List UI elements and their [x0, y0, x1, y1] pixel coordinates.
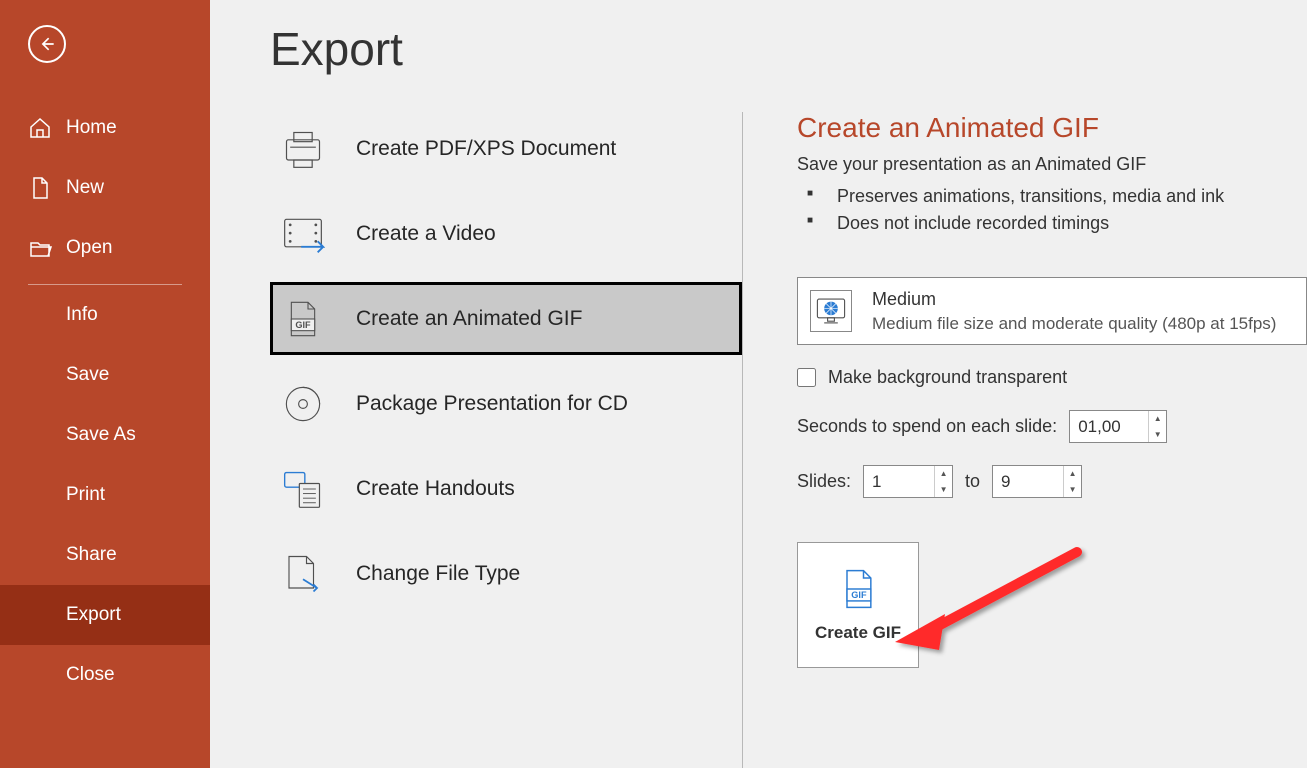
spinner-down-icon[interactable]: ▼ — [935, 482, 952, 498]
sidebar-item-label: Save — [66, 364, 109, 386]
sidebar-item-label: Open — [66, 237, 112, 259]
spinner-up-icon[interactable]: ▲ — [1064, 466, 1081, 482]
spinner-down-icon[interactable]: ▼ — [1064, 482, 1081, 498]
transparent-label: Make background transparent — [828, 367, 1067, 388]
detail-bullets: Preserves animations, transitions, media… — [803, 183, 1307, 237]
sidebar-item-share[interactable]: Share — [0, 525, 210, 585]
sidebar-item-label: Info — [66, 304, 98, 326]
seconds-row: Seconds to spend on each slide: 01,00 ▲ … — [797, 410, 1307, 443]
sidebar-item-info[interactable]: Info — [0, 285, 210, 345]
export-option-pdf[interactable]: Create PDF/XPS Document — [270, 112, 742, 185]
create-gif-label: Create GIF — [815, 623, 901, 643]
sidebar-item-home[interactable]: Home — [0, 98, 210, 158]
sidebar-item-label: Share — [66, 544, 117, 566]
export-option-gif[interactable]: GIF Create an Animated GIF — [270, 282, 742, 355]
spinner-down-icon[interactable]: ▼ — [1149, 427, 1166, 443]
sidebar-item-label: New — [66, 177, 104, 199]
slides-from-spinner[interactable]: 1 ▲ ▼ — [863, 465, 953, 498]
pdf-icon — [280, 126, 326, 172]
backstage-sidebar: Home New Open Info Save Save As Print Sh… — [0, 0, 210, 768]
bullet-item: Does not include recorded timings — [803, 210, 1307, 237]
sidebar-item-label: Close — [66, 664, 115, 686]
export-option-video[interactable]: Create a Video — [270, 197, 742, 270]
bullet-item: Preserves animations, transitions, media… — [803, 183, 1307, 210]
quality-texts: Medium Medium file size and moderate qua… — [872, 289, 1276, 334]
sidebar-item-save-as[interactable]: Save As — [0, 405, 210, 465]
sidebar-item-new[interactable]: New — [0, 158, 210, 218]
handouts-icon — [280, 466, 326, 512]
new-file-icon — [28, 176, 52, 200]
sidebar-item-label: Export — [66, 604, 121, 626]
gif-icon: GIF — [280, 296, 326, 342]
sidebar-item-export[interactable]: Export — [0, 585, 210, 645]
sidebar-item-label: Home — [66, 117, 117, 139]
export-option-label: Create an Animated GIF — [356, 307, 582, 331]
transparent-checkbox[interactable] — [797, 368, 816, 387]
export-option-cd[interactable]: Package Presentation for CD — [270, 367, 742, 440]
spinner-up-icon[interactable]: ▲ — [1149, 411, 1166, 427]
sidebar-item-print[interactable]: Print — [0, 465, 210, 525]
page-title: Export — [270, 22, 1307, 76]
seconds-spinner[interactable]: 01,00 ▲ ▼ — [1069, 410, 1167, 443]
detail-title: Create an Animated GIF — [797, 112, 1307, 144]
quality-description: Medium file size and moderate quality (4… — [872, 314, 1276, 334]
main-content: Export Create PDF/XPS Document — [210, 0, 1307, 768]
spinner-up-icon[interactable]: ▲ — [935, 466, 952, 482]
back-button[interactable] — [28, 25, 66, 63]
export-option-list: Create PDF/XPS Document Create a — [270, 112, 743, 768]
sidebar-item-save[interactable]: Save — [0, 345, 210, 405]
slides-label: Slides: — [797, 471, 851, 492]
sidebar-item-open[interactable]: Open — [0, 218, 210, 278]
svg-text:GIF: GIF — [851, 590, 867, 600]
sidebar-item-label: Print — [66, 484, 105, 506]
export-option-label: Create Handouts — [356, 477, 515, 501]
slides-to-spinner[interactable]: 9 ▲ ▼ — [992, 465, 1082, 498]
slides-to-label: to — [965, 471, 980, 492]
create-gif-button[interactable]: GIF Create GIF — [797, 542, 919, 668]
export-option-label: Package Presentation for CD — [356, 392, 628, 416]
slides-to-value[interactable]: 9 — [993, 466, 1063, 497]
home-icon — [28, 116, 52, 140]
folder-open-icon — [28, 236, 52, 260]
seconds-value[interactable]: 01,00 — [1070, 411, 1148, 442]
video-icon — [280, 211, 326, 257]
slides-row: Slides: 1 ▲ ▼ to 9 ▲ ▼ — [797, 465, 1307, 498]
export-detail-pane: Create an Animated GIF Save your present… — [743, 112, 1307, 768]
export-option-handouts[interactable]: Create Handouts — [270, 452, 742, 525]
transparent-checkbox-row[interactable]: Make background transparent — [797, 367, 1307, 388]
slides-from-value[interactable]: 1 — [864, 466, 934, 497]
quality-title: Medium — [872, 289, 1276, 310]
seconds-label: Seconds to spend on each slide: — [797, 416, 1057, 437]
svg-text:GIF: GIF — [295, 320, 311, 330]
gif-file-icon: GIF — [836, 567, 880, 611]
export-option-filetype[interactable]: Change File Type — [270, 537, 742, 610]
change-filetype-icon — [280, 551, 326, 597]
content-columns: Create PDF/XPS Document Create a — [270, 112, 1307, 768]
export-option-label: Change File Type — [356, 562, 520, 586]
monitor-icon — [810, 290, 852, 332]
sidebar-item-close[interactable]: Close — [0, 645, 210, 705]
export-option-label: Create PDF/XPS Document — [356, 137, 616, 161]
cd-icon — [280, 381, 326, 427]
detail-subtitle: Save your presentation as an Animated GI… — [797, 154, 1307, 175]
quality-dropdown[interactable]: Medium Medium file size and moderate qua… — [797, 277, 1307, 345]
sidebar-item-label: Save As — [66, 424, 136, 446]
export-option-label: Create a Video — [356, 222, 496, 246]
